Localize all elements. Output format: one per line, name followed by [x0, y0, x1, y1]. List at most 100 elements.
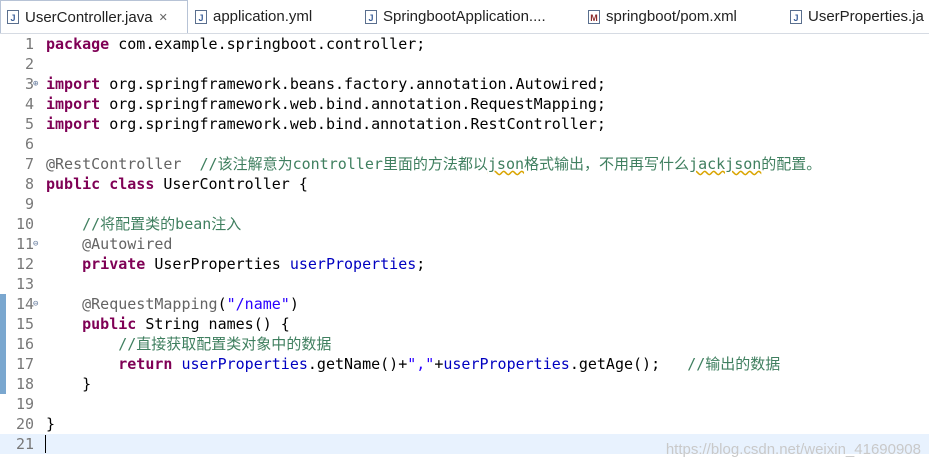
code-line[interactable]: 1 package com.example.springboot.controll… [0, 34, 929, 54]
code-editor[interactable]: 1 package com.example.springboot.controll… [0, 34, 929, 468]
code-token: @Autowired [82, 235, 173, 253]
tab-label: UserProperties.ja [808, 8, 924, 25]
collapse-fold-icon[interactable]: ⊖ [33, 240, 38, 249]
code-token: org.springframework.web.bind.annotation.… [100, 95, 606, 113]
line-code: @RestController //该注解意为controller里面的方法都以… [46, 154, 821, 174]
code-token: //输出的数据 [687, 355, 781, 373]
code-line[interactable]: 16 //直接获取配置类对象中的数据 [0, 334, 929, 354]
code-line[interactable]: 13 [0, 274, 929, 294]
expand-fold-icon[interactable]: ⊕ [33, 80, 38, 89]
tab-label: application.yml [213, 8, 313, 25]
line-code: package com.example.springboot.controlle… [46, 34, 425, 54]
code-token: 的配置。 [761, 155, 822, 173]
code-token: UserController { [154, 175, 308, 193]
line-number: 9 [24, 195, 34, 213]
code-line[interactable]: 4 import org.springframework.web.bind.ann… [0, 94, 929, 114]
code-line[interactable]: 5 import org.springframework.web.bind.ann… [0, 114, 929, 134]
line-number: 8 [24, 175, 34, 193]
code-line[interactable]: 9 [0, 194, 929, 214]
line-number: 4 [24, 95, 34, 113]
code-line[interactable]: 18 } [0, 374, 929, 394]
code-token: "/name" [226, 295, 290, 313]
svg-text:J: J [793, 13, 798, 23]
line-number: 17 [15, 355, 34, 373]
code-token: class [109, 175, 155, 193]
code-token: public [82, 315, 137, 333]
line-code: @RequestMapping("/name") [46, 294, 299, 314]
code-token: import [46, 115, 101, 133]
tab-springboot-pom-xml[interactable]: Mspringboot/pom.xml [582, 0, 737, 33]
code-line[interactable]: 20} [0, 414, 929, 434]
code-token: //直接获取配置类对象中的数据 [118, 335, 332, 353]
line-number: 13 [15, 275, 34, 293]
line-number: 14 [15, 295, 34, 313]
code-line[interactable]: 2 [0, 54, 929, 74]
close-tab-icon[interactable]: ✕ [159, 11, 168, 24]
line-number: 1 [24, 35, 34, 53]
line-number: 10 [15, 215, 34, 233]
code-token: //将配置类的bean注入 [82, 215, 242, 233]
line-code: //将配置类的bean注入 [46, 214, 241, 234]
code-token: UserProperties [145, 255, 290, 273]
line-code: @Autowired [46, 234, 172, 254]
line-code: private UserProperties userProperties; [46, 254, 425, 274]
collapse-fold-icon[interactable]: ⊖ [33, 300, 38, 309]
code-line[interactable]: 17 return userProperties.getName()+","+u… [0, 354, 929, 374]
line-number: 6 [24, 135, 34, 153]
line-code: import org.springframework.web.bind.anno… [46, 94, 606, 114]
tab-springbootapplication[interactable]: J SpringbootApplication.... [359, 0, 546, 33]
code-token: @RequestMapping [82, 295, 218, 313]
code-token: ( [217, 295, 227, 313]
code-line[interactable]: 14 ⊖ @RequestMapping("/name") [0, 294, 929, 314]
code-line[interactable]: 8 public class UserController { [0, 174, 929, 194]
tab-userproperties-ja[interactable]: J UserProperties.ja [784, 0, 924, 33]
tab-label: SpringbootApplication.... [383, 8, 546, 25]
code-line[interactable]: 3 ⊕ import org.springframework.beans.facto… [0, 74, 929, 94]
line-code: return userProperties.getName()+","+user… [46, 354, 780, 374]
code-token: ; [416, 255, 426, 273]
svg-text:J: J [198, 13, 203, 23]
line-number: 11 [15, 235, 34, 253]
code-token: json [487, 155, 525, 173]
code-token: return [118, 355, 173, 373]
line-number: 16 [15, 335, 34, 353]
line-number: 19 [15, 395, 34, 413]
yml-file-icon: J [195, 9, 207, 24]
code-token: userProperties [443, 355, 570, 373]
code-token: import [46, 95, 101, 113]
line-number: 18 [15, 375, 34, 393]
svg-text:J: J [10, 13, 15, 23]
maven-file-icon: M [588, 9, 600, 24]
code-line[interactable]: 7 @RestController //该注解意为controller里面的方法都… [0, 154, 929, 174]
tab-application-yml[interactable]: Japplication.yml [189, 0, 312, 33]
line-number: 2 [24, 55, 34, 73]
code-line[interactable]: 10 //将配置类的bean注入 [0, 214, 929, 234]
tab-label: springboot/pom.xml [606, 8, 737, 25]
line-number: 21 [15, 435, 34, 453]
svg-text:M: M [590, 13, 598, 23]
line-code: } [46, 374, 91, 394]
code-token: } [46, 375, 92, 393]
code-token: org.springframework.web.bind.annotation.… [100, 115, 606, 133]
line-code: public class UserController { [46, 174, 308, 194]
line-code: public String names() { [46, 314, 290, 334]
line-number: 5 [24, 115, 34, 133]
line-number: 12 [15, 255, 34, 273]
line-code: import org.springframework.web.bind.anno… [46, 114, 606, 134]
code-line[interactable]: 11 ⊖ @Autowired [0, 234, 929, 254]
tab-label: UserController.java [25, 8, 153, 26]
line-number: 3 [24, 75, 34, 93]
tab-usercontroller-java[interactable]: J UserController.java ✕ [0, 0, 188, 33]
code-line[interactable]: 12 private UserProperties userProperties… [0, 254, 929, 274]
code-token: String names() { [136, 315, 290, 333]
code-line[interactable]: 19 [0, 394, 929, 414]
code-line[interactable]: 6 [0, 134, 929, 154]
code-token: "," [407, 355, 435, 373]
code-token: private [82, 255, 146, 273]
code-line[interactable]: 15 public String names() { [0, 314, 929, 334]
